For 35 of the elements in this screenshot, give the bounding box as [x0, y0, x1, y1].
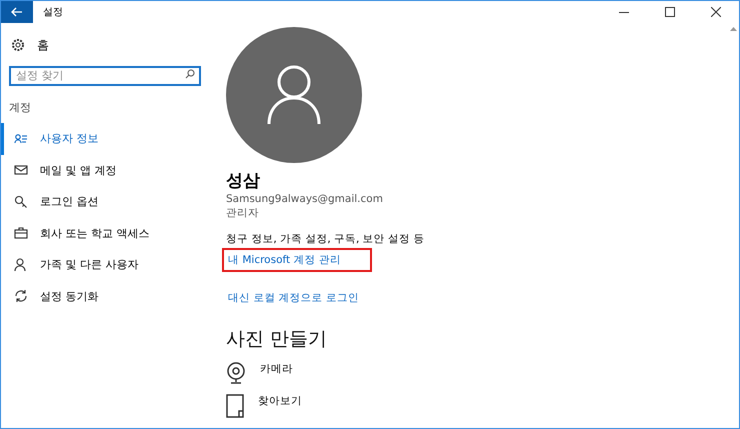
person-silhouette-icon [266, 64, 322, 126]
briefcase-icon [14, 226, 28, 240]
sidebar-item[interactable]: 가족 및 다른 사용자 [1, 249, 216, 280]
account-description: 청구 정보, 가족 설정, 구독, 보안 설정 등 [226, 232, 424, 246]
sidebar-item[interactable]: 메일 및 앱 계정 [1, 154, 216, 186]
user-role: 관리자 [226, 206, 259, 220]
close-icon [711, 7, 721, 17]
home-nav-item[interactable]: 홈 [1, 35, 216, 55]
mail-icon [14, 163, 28, 178]
search-icon[interactable] [185, 69, 195, 79]
back-arrow-icon [11, 7, 23, 17]
sidebar-item[interactable]: 사용자 정보 [1, 123, 216, 154]
key-icon [14, 194, 28, 209]
search-field[interactable]: 설정 찾기 [9, 66, 201, 86]
sidebar-item[interactable]: 로그인 옵션 [1, 186, 216, 218]
account-link[interactable]: 대신 로컬 계정으로 로그인 [222, 286, 366, 310]
webcam-icon [226, 362, 246, 384]
back-button[interactable] [1, 1, 33, 23]
section-heading: 계정 [9, 100, 32, 115]
sidebar-item[interactable]: 설정 동기화 [1, 280, 216, 312]
settings-icon [11, 38, 25, 52]
window-title: 설정 [43, 6, 64, 19]
sync-icon [14, 289, 28, 304]
folder-icon [226, 394, 244, 418]
user-card-icon [14, 132, 28, 146]
user-name: 성삼 [226, 170, 260, 192]
person-icon [14, 258, 28, 272]
section-heading: 사진 만들기 [226, 327, 328, 352]
user-email: Samsung9always@gmail.com [226, 192, 383, 206]
account-link[interactable]: 내 Microsoft 계정 관리 [222, 248, 372, 272]
sidebar-item[interactable]: 회사 또는 학교 액세스 [1, 218, 216, 249]
photo-option-label[interactable]: 카메라 [260, 362, 293, 376]
photo-option-label[interactable]: 찾아보기 [258, 394, 302, 408]
scroll-up-icon[interactable] [730, 25, 737, 33]
maximize-icon [665, 7, 675, 17]
